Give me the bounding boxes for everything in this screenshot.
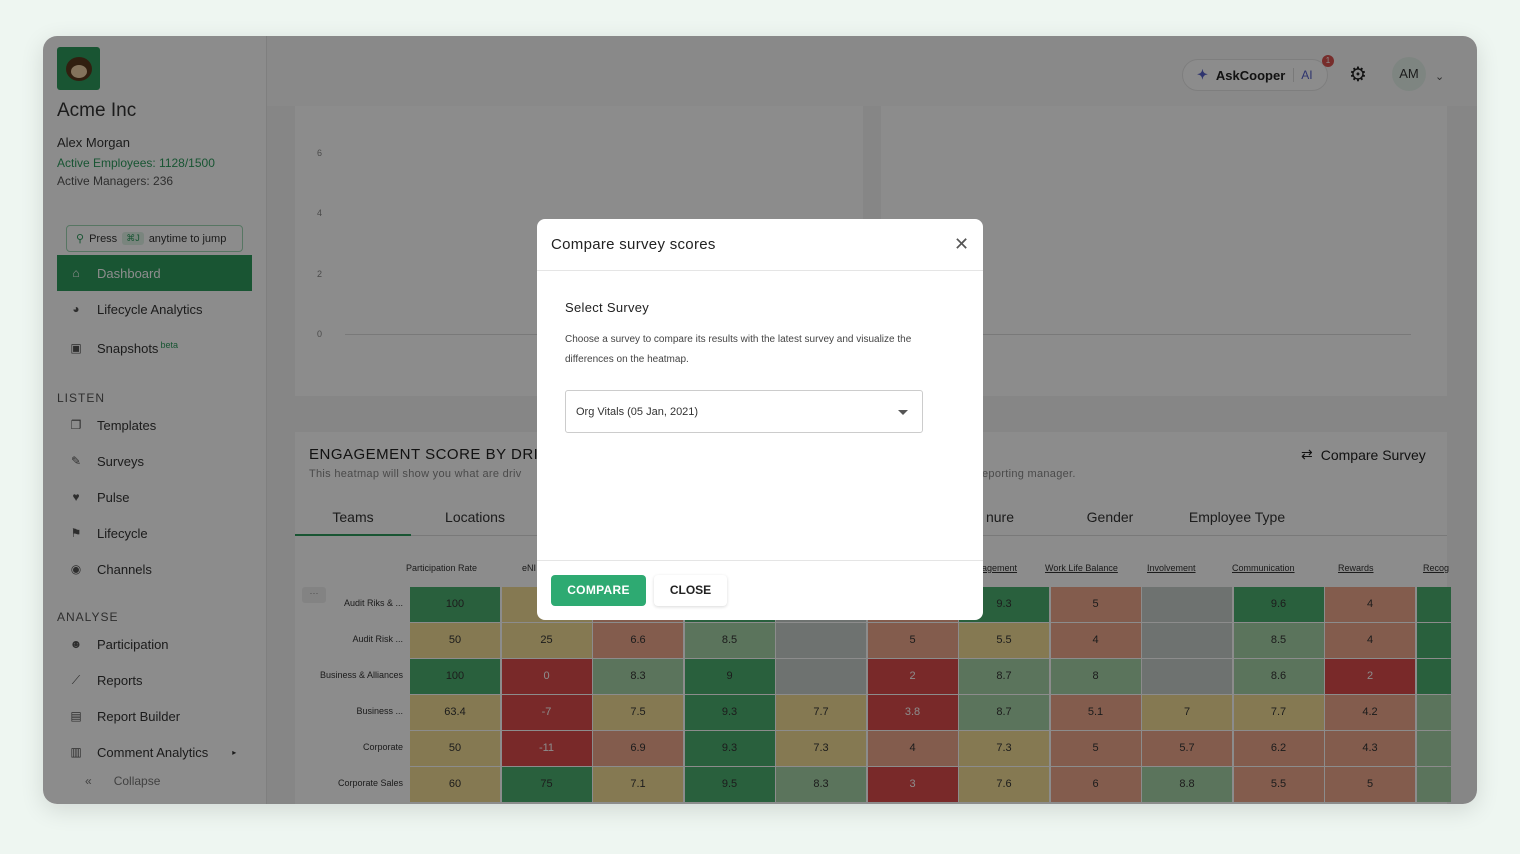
modal-description: Choose a survey to compare its results w… xyxy=(565,334,912,365)
close-icon[interactable]: ✕ xyxy=(954,234,969,255)
survey-select-value: Org Vitals (05 Jan, 2021) xyxy=(576,406,699,418)
modal-title: Compare survey scores xyxy=(551,236,716,253)
modal-footer-divider xyxy=(537,560,983,561)
compare-button[interactable]: COMPARE xyxy=(551,575,646,606)
dropdown-arrow-icon xyxy=(898,410,908,415)
modal-divider xyxy=(537,270,983,271)
compare-survey-modal: Compare survey scores ✕ Select Survey Ch… xyxy=(537,219,983,620)
select-survey-label: Select Survey xyxy=(565,300,650,315)
survey-select[interactable]: Org Vitals (05 Jan, 2021) xyxy=(565,390,923,433)
close-button[interactable]: CLOSE xyxy=(654,575,727,606)
app-window: Acme Inc Alex Morgan Active Employees: 1… xyxy=(43,36,1477,804)
